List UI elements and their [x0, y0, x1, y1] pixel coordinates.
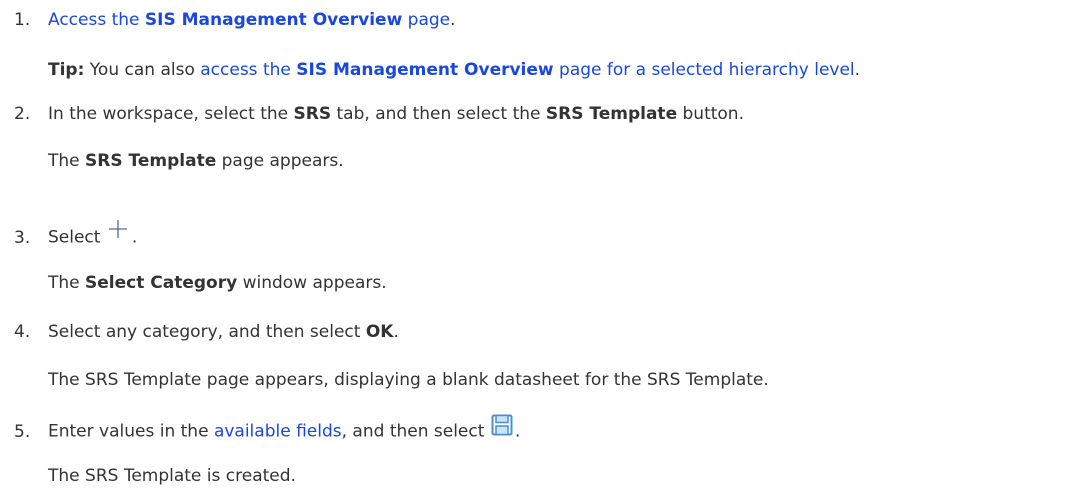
step-5: 5. Enter values in the available fields, … — [14, 414, 520, 445]
save-icon — [491, 414, 513, 441]
sis-overview-link[interactable]: Access the SIS Management Overview page — [48, 10, 450, 30]
step-3-result: The Select Category window appears. — [48, 273, 387, 293]
step-1: 1. Access the SIS Management Overview pag… — [14, 10, 456, 30]
tip-note: Tip: You can also access the SIS Managem… — [48, 60, 861, 80]
step-3: 3. Select . — [14, 220, 137, 250]
step-number: 3. — [14, 227, 31, 248]
step-2: 2. In the workspace, select the SRS tab, … — [14, 104, 744, 124]
step-number: 2. — [14, 104, 31, 124]
plus-icon — [108, 219, 128, 244]
step-number: 1. — [14, 10, 31, 30]
step-5-result: The SRS Template is created. — [48, 466, 296, 486]
step-4: 4. Select any category, and then select O… — [14, 322, 399, 342]
step-4-result: The SRS Template page appears, displayin… — [48, 370, 769, 390]
step-2-result: The SRS Template page appears. — [48, 151, 344, 171]
step-number: 4. — [14, 322, 31, 342]
available-fields-link[interactable]: available fields — [214, 422, 342, 442]
step-number: 5. — [14, 421, 31, 442]
tip-label: Tip: — [48, 60, 85, 80]
sis-overview-hierarchy-link[interactable]: access the SIS Management Overview page … — [200, 60, 854, 80]
